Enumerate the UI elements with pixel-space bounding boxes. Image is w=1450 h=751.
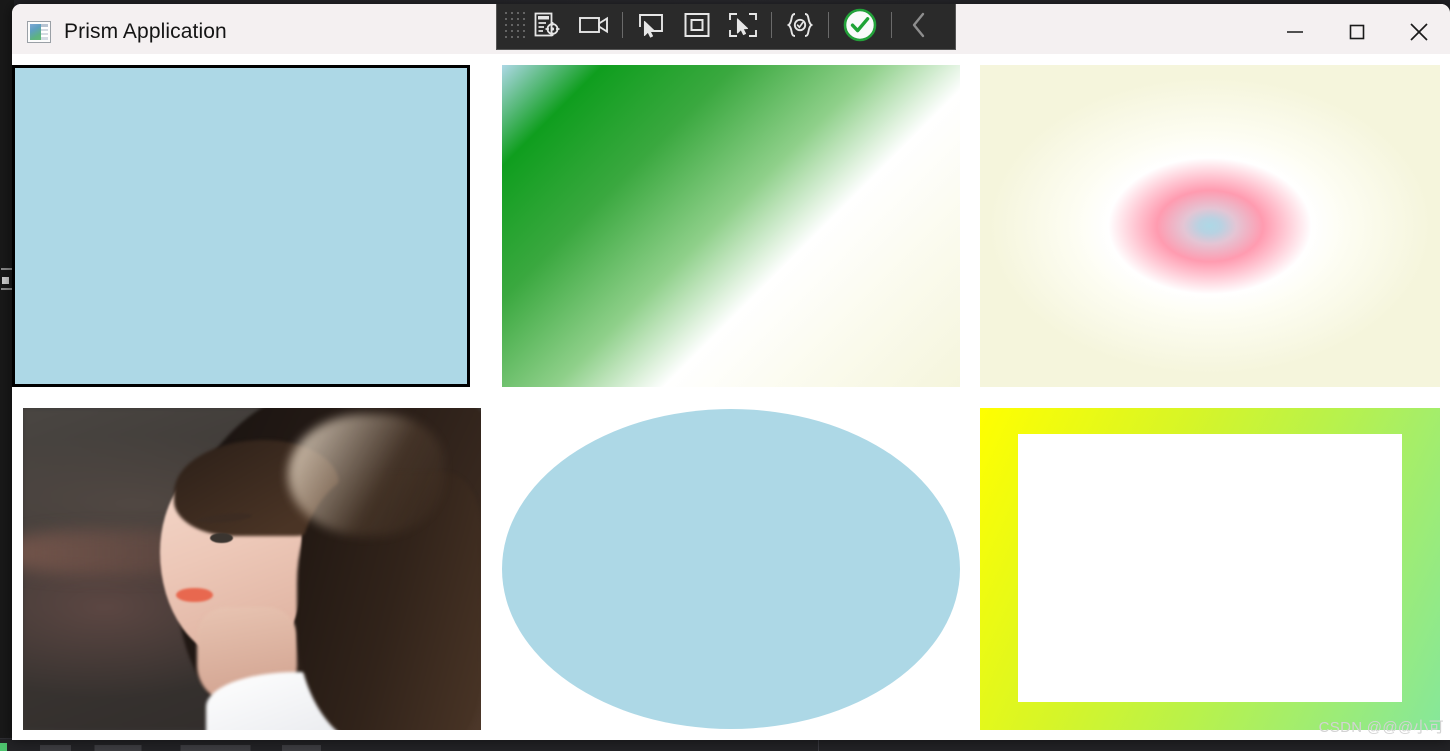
linear-gradient-rectangle[interactable] [501,64,960,387]
select-element-button[interactable] [720,5,766,45]
grid-cell-linear-gradient [491,54,970,397]
close-icon [1406,19,1432,45]
window-title: Prism Application [64,20,227,43]
braces-check-icon [784,11,816,39]
select-cursor-button[interactable] [628,5,674,45]
nested-square-icon [683,12,711,38]
maximize-icon [1345,20,1369,44]
grid-cell-solid-rectangle [12,54,491,397]
photo-hair-highlight [288,413,444,537]
drag-dots-icon[interactable] [503,9,525,40]
grid-cell-gradient-border [971,397,1450,740]
cursor-in-brackets-icon [728,12,758,38]
app-icon-pane [30,24,41,40]
select-region-button[interactable] [674,5,720,45]
ellipse-shape[interactable] [501,408,960,729]
collapse-toolbar-button[interactable] [897,5,941,45]
document-target-icon [533,11,563,39]
chevron-left-icon [909,11,929,39]
grid-cell-radial-gradient [971,54,1450,397]
capture-toolbar[interactable] [496,4,956,50]
inspect-element-button[interactable] [525,5,571,45]
titlebar[interactable]: Prism Application [12,4,1450,60]
confirm-button[interactable] [834,5,886,45]
record-video-button[interactable] [571,5,617,45]
taskbar-divider [818,739,819,751]
photo-lips [176,587,213,603]
maximize-button[interactable] [1326,4,1388,60]
gradient-border-inner-fill [1018,433,1403,702]
toolbar-separator-3 [828,11,829,38]
watermark-text: CSDN @@@小可 [1318,719,1444,736]
shape-showcase-grid [12,54,1450,740]
toolbar-separator-2 [771,11,772,38]
validate-json-button[interactable] [777,5,823,45]
video-camera-icon [578,13,610,37]
window-controls [1264,4,1450,60]
grid-cell-photo [12,397,491,740]
minimize-button[interactable] [1264,4,1326,60]
app-window-icon [27,21,51,43]
minimize-icon [1283,20,1307,44]
solid-rectangle[interactable] [12,64,470,387]
toolbar-separator-1 [622,11,623,38]
gradient-border-rectangle[interactable] [980,407,1441,730]
application-window: Prism Application CSDN @@@小可 [12,4,1450,740]
taskbar-items[interactable] [40,745,820,751]
radial-gradient-rectangle[interactable] [980,64,1441,387]
close-button[interactable] [1388,4,1450,60]
app-icon-lines [41,24,48,40]
cursor-in-frame-icon [637,12,665,38]
green-check-circle-icon [842,7,878,43]
toolbar-separator-4 [891,11,892,38]
grid-cell-ellipse [491,397,970,740]
photo-image[interactable] [22,407,481,730]
taskbar-accent [0,743,7,751]
